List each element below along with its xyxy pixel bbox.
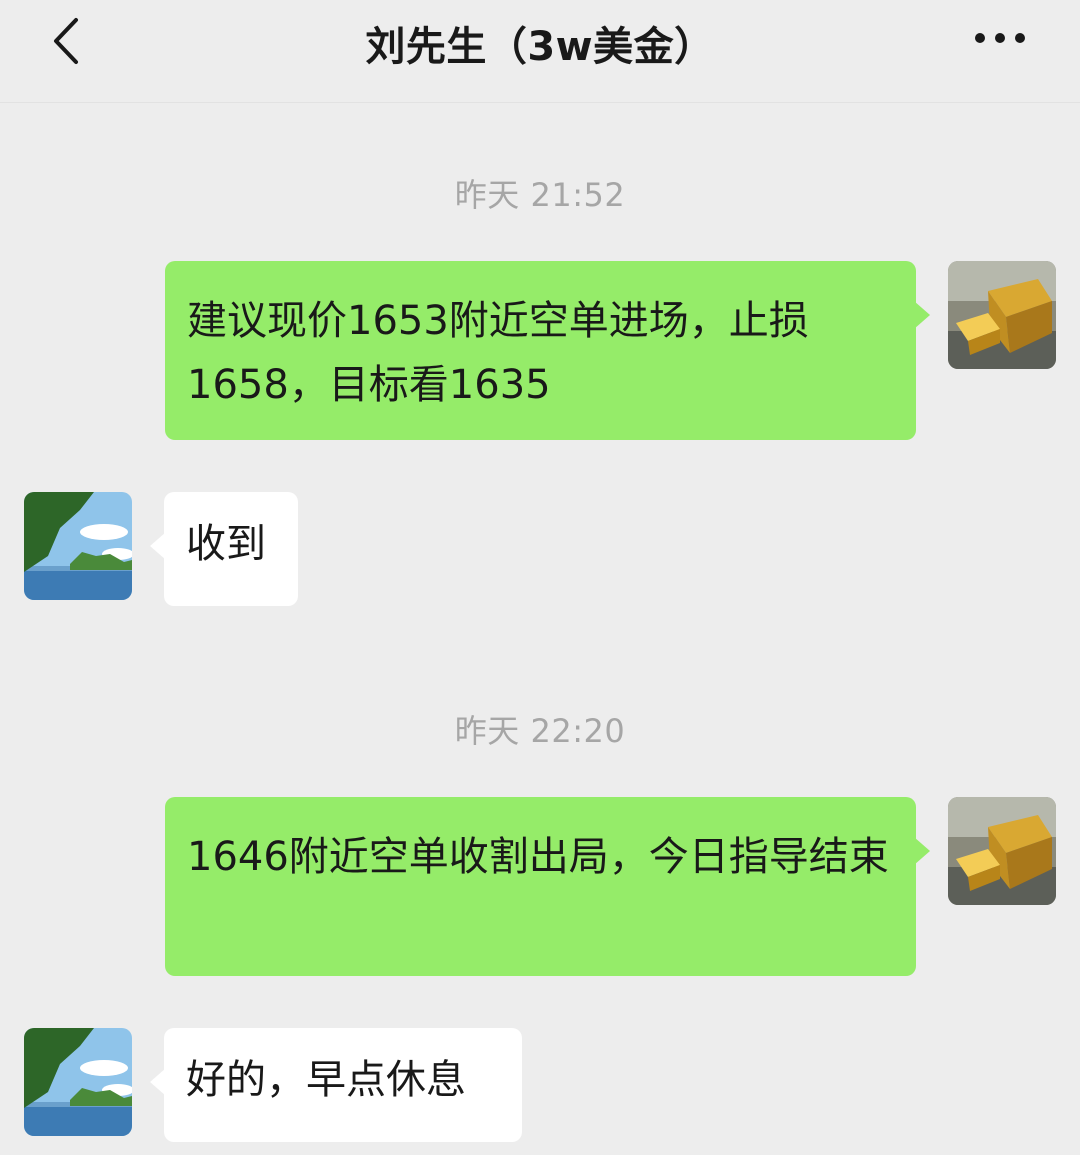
gold-bar-avatar-image — [948, 261, 1056, 369]
lake-landscape-avatar-image — [24, 1028, 132, 1136]
message-timestamp: 昨天 22:20 — [454, 712, 626, 750]
chat-title: 刘先生（3w美金） — [365, 24, 715, 70]
lake-landscape-avatar-image — [24, 492, 132, 600]
back-button[interactable] — [40, 8, 100, 68]
self-avatar[interactable] — [948, 797, 1056, 905]
sent-message-bubble[interactable]: 1646附近空单收割出局，今日指导结束 — [165, 797, 930, 976]
message-timestamp: 昨天 21:52 — [454, 176, 626, 214]
sent-message-bubble[interactable]: 建议现价1653附近空单进场，止损1658，目标看1635 — [165, 261, 930, 440]
chevron-left-icon — [54, 18, 78, 64]
contact-avatar[interactable] — [24, 492, 132, 600]
more-button[interactable] — [970, 18, 1030, 58]
received-message-bubble[interactable]: 收到 — [150, 492, 298, 606]
contact-avatar[interactable] — [24, 1028, 132, 1136]
chat-header: 刘先生（3w美金） — [0, 0, 1080, 103]
gold-bar-avatar-image — [948, 797, 1056, 905]
self-avatar[interactable] — [948, 261, 1056, 369]
received-message-bubble[interactable]: 好的，早点休息 — [150, 1028, 522, 1142]
more-horizontal-icon — [975, 33, 1025, 43]
